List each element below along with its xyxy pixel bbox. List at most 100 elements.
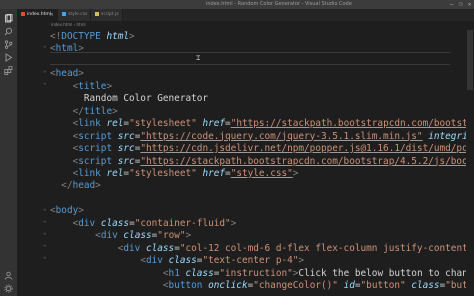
fold-arrow-icon[interactable]: ⌄: [43, 253, 47, 260]
code-token: link: [78, 167, 101, 179]
account-icon[interactable]: [4, 271, 13, 280]
code-token: link: [78, 118, 101, 130]
close-window-button[interactable]: ✕: [466, 1, 473, 8]
code-line[interactable]: <h1 class="instruction">Click the below …: [50, 268, 474, 280]
code-token: "button": [360, 280, 406, 291]
code-token: "container-fluid": [134, 217, 231, 229]
close-tab-icon[interactable]: ×: [50, 9, 54, 21]
run-debug-icon[interactable]: [4, 53, 13, 62]
tab-index-html[interactable]: index.html ×: [17, 9, 58, 21]
code-token: >: [292, 167, 299, 179]
fold-arrow-icon[interactable]: ⌄: [43, 79, 47, 86]
tab-label: script.js: [101, 12, 119, 17]
code-token: rel: [106, 118, 124, 130]
js-file-icon: [95, 11, 99, 16]
minimize-button[interactable]: —: [448, 1, 455, 8]
tab-bar: index.html × style.css script.js: [17, 9, 474, 21]
tab-label: index.html: [27, 12, 51, 17]
code-line[interactable]: <script src="https://code.jquery.com/jqu…: [50, 131, 474, 143]
code-line[interactable]: <link rel="stylesheet" href="style.css">: [50, 167, 299, 180]
code-token: </: [61, 180, 73, 192]
code-line[interactable]: <!DOCTYPE html>: [50, 31, 135, 43]
breadcrumb[interactable]: index.html › html: [17, 21, 474, 28]
code-token: button: [168, 280, 203, 291]
code-line[interactable]: <button onclick="changeColor()" id="butt…: [50, 280, 474, 292]
code-line[interactable]: <div class="text-center p-4">: [50, 255, 304, 267]
code-token: script: [78, 143, 113, 155]
tab-script-js[interactable]: script.js: [91, 9, 123, 21]
code-token: h1: [168, 267, 180, 279]
code-token: id: [343, 280, 355, 291]
code-token: >: [298, 255, 305, 267]
fold-arrow-icon[interactable]: ⌄: [43, 42, 47, 49]
code-token: title: [78, 80, 107, 92]
code-line[interactable]: <script src="https://stackpath.bootstrap…: [50, 156, 474, 168]
fold-arrow-icon[interactable]: ⌄: [43, 217, 47, 224]
code-token: >: [129, 31, 135, 42]
code-line[interactable]: <html>: [50, 43, 84, 55]
code-token: src: [117, 130, 135, 142]
code-token: script: [78, 130, 113, 142]
code-line[interactable]: <title>: [50, 80, 113, 93]
code-token: >: [78, 43, 84, 55]
code-line[interactable]: <body>: [50, 205, 84, 217]
code-line[interactable]: </title>: [50, 106, 118, 118]
extensions-icon[interactable]: [4, 66, 13, 75]
code-token: class: [145, 242, 175, 254]
fold-arrow-icon[interactable]: ⌄: [43, 241, 47, 248]
code-line[interactable]: <link rel="stylesheet" href="https://sta…: [50, 118, 474, 130]
code-line[interactable]: Random Color Generator: [50, 93, 208, 105]
code-token: src: [117, 143, 135, 155]
code-token: "text-center p-4": [202, 255, 299, 267]
code-token: "https://stackpath.bootstrapcdn.com/boot…: [140, 155, 474, 167]
code-token: class: [411, 280, 440, 291]
code-token: body: [55, 205, 79, 217]
code-token: href: [202, 167, 226, 179]
code-line[interactable]: <head>: [50, 68, 84, 80]
tab-style-css[interactable]: style.css: [58, 9, 91, 21]
source-control-icon[interactable]: [4, 40, 13, 49]
explorer-icon[interactable]: [4, 14, 13, 23]
code-token: DOCTYPE: [61, 31, 101, 42]
fold-arrow-icon[interactable]: ⌄: [43, 229, 47, 236]
search-icon[interactable]: [4, 27, 13, 36]
code-token: class: [100, 217, 130, 229]
code-line[interactable]: <div class="container-fluid">: [50, 217, 237, 230]
scrollbar-thumb[interactable]: [467, 30, 473, 90]
vertical-scrollbar[interactable]: [466, 28, 474, 296]
code-token: onclick: [208, 280, 248, 291]
settings-icon[interactable]: [4, 284, 13, 293]
code-line[interactable]: </head>: [50, 180, 101, 192]
code-token: >: [78, 68, 84, 80]
code-line[interactable]: <div class="col-12 col-md-6 d-flex flex-…: [50, 243, 474, 255]
code-token: html: [55, 43, 79, 55]
code-token: </: [72, 105, 84, 117]
code-token: "changeColor()": [253, 280, 338, 291]
code-token: class: [123, 230, 152, 242]
code-editor[interactable]: ⌶ <!DOCTYPE html> <html> <head> <title> Ra…: [50, 28, 474, 296]
code-token: "style.css": [230, 167, 293, 179]
fold-arrow-icon[interactable]: ⌄: [43, 67, 47, 74]
code-token: >: [95, 180, 101, 192]
css-file-icon: [62, 11, 66, 16]
code-token: Click the below button to change color: [298, 267, 474, 279]
fold-arrow-icon[interactable]: ⌄: [43, 205, 47, 212]
code-token: >: [112, 105, 118, 117]
current-line-highlight: [50, 52, 450, 65]
code-token: div: [78, 217, 96, 229]
maximize-button[interactable]: ❐: [457, 1, 464, 8]
code-token: class: [168, 255, 197, 267]
code-line[interactable]: <div class="row">: [50, 230, 191, 242]
code-token: Random Color Generator: [50, 93, 209, 105]
code-line[interactable]: <script src="https://cdn.jsdelivr.net/np…: [50, 143, 474, 155]
